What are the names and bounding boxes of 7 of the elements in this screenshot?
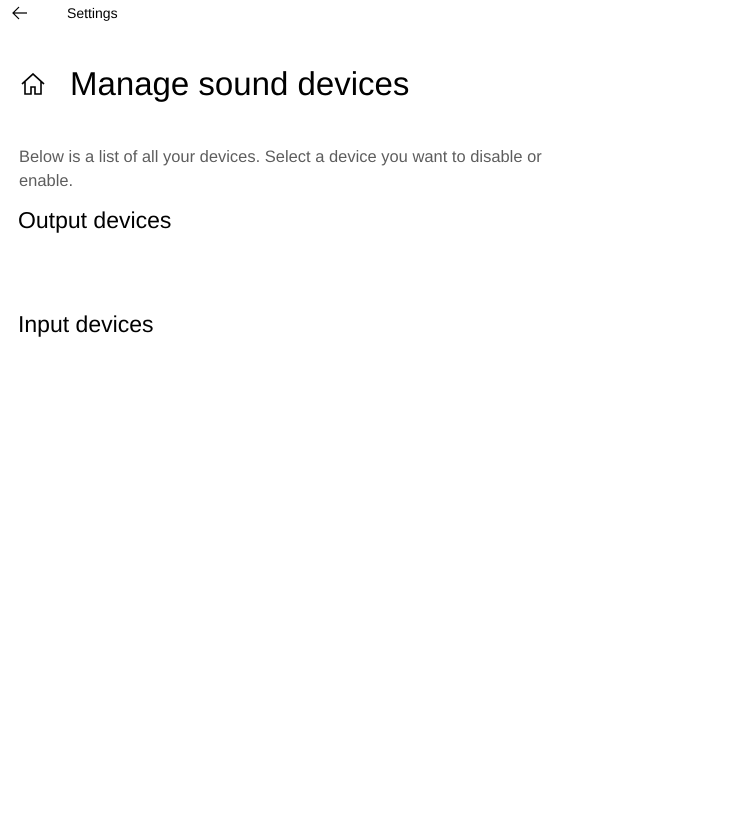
- description-text: Below is a list of all your devices. Select a device you want to disable or enable.: [19, 147, 543, 192]
- back-arrow-icon: [12, 6, 28, 20]
- page-title: Manage sound devices: [70, 65, 410, 103]
- section-heading: Input devices: [18, 311, 155, 339]
- section-heading: Output devices: [18, 207, 172, 235]
- window-title: Settings: [67, 5, 118, 21]
- home-icon[interactable]: [20, 72, 46, 96]
